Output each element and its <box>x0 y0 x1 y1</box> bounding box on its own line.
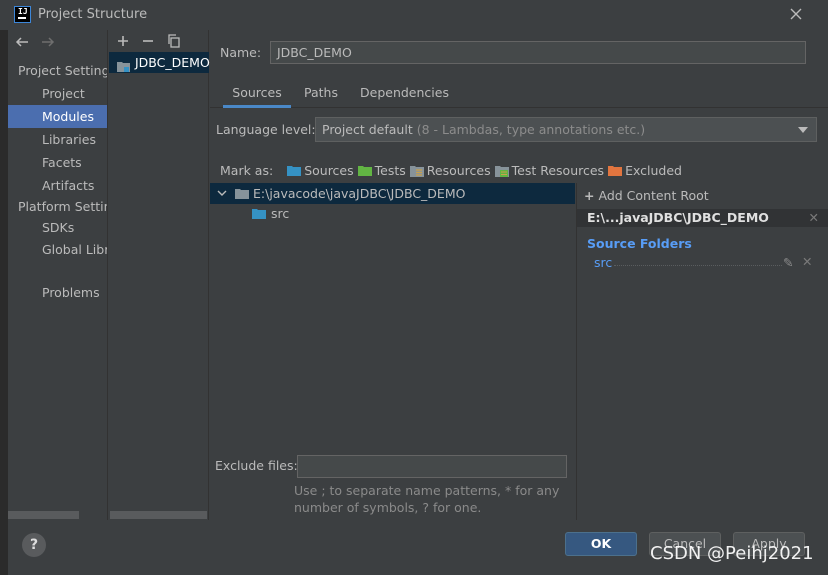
help-button[interactable]: ? <box>22 533 46 557</box>
tab-paths[interactable]: Paths <box>304 80 338 108</box>
modules-scrollbar[interactable] <box>110 511 207 519</box>
sources-folder-icon <box>252 209 266 219</box>
module-settings: Name: JDBC_DEMO Sources Paths Dependenci… <box>210 30 828 520</box>
mark-test-resources-button[interactable]: Test Resources <box>494 163 605 178</box>
copy-icon[interactable] <box>166 33 182 49</box>
mark-resources-label: Resources <box>426 163 491 178</box>
mark-as-bar: Mark as: Sources Tests Resources Test Re… <box>220 163 686 178</box>
module-item-label: JDBC_DEMO <box>135 55 210 70</box>
name-label: Name: <box>220 45 262 60</box>
mark-test-resources-label: Test Resources <box>511 163 605 178</box>
nav-scrollbar[interactable] <box>8 511 79 519</box>
exclude-files-help: Use ; to separate name patterns, * for a… <box>294 482 564 516</box>
remove-icon[interactable] <box>140 33 156 49</box>
nav-item-modules[interactable]: Modules <box>8 105 107 128</box>
add-icon: + <box>584 188 595 203</box>
chevron-down-icon <box>798 127 808 133</box>
nav-item-sdks[interactable]: SDKs <box>8 217 107 239</box>
test-resources-folder-icon <box>494 165 509 177</box>
exclude-help-line-2: number of symbols, ? for one. <box>294 500 482 515</box>
mark-sources-label: Sources <box>304 163 354 178</box>
module-folder-icon <box>117 57 130 72</box>
nav-item-problems[interactable]: Problems <box>8 281 107 304</box>
sources-folder-icon <box>287 166 302 176</box>
watermark: CSDN @Peihj2021 <box>650 543 814 564</box>
language-level-select[interactable]: Project default (8 - Lambdas, type annot… <box>315 117 817 142</box>
remove-folder-close-icon[interactable]: ✕ <box>802 254 812 269</box>
ok-button[interactable]: OK <box>565 532 637 556</box>
edit-pencil-icon[interactable]: ✎ <box>783 255 793 270</box>
left-edge-strip <box>0 0 8 575</box>
nav-item-libraries[interactable]: Libraries <box>8 128 107 151</box>
folder-icon <box>235 189 249 199</box>
forward-arrow-icon[interactable] <box>40 34 56 50</box>
source-folder-label[interactable]: src <box>594 255 612 270</box>
module-tabs: Sources Paths Dependencies <box>210 80 828 108</box>
nav-item-project[interactable]: Project <box>8 82 107 105</box>
mark-sources-button[interactable]: Sources <box>287 163 354 178</box>
project-structure-dialog: IJ Project Structure Project Settings Pr… <box>0 0 828 575</box>
tests-folder-icon <box>357 166 372 176</box>
mark-as-label: Mark as: <box>220 163 274 178</box>
nav-item-global-libraries[interactable]: Global Libraries <box>8 239 107 261</box>
nav-item-facets[interactable]: Facets <box>8 151 107 174</box>
remove-root-close-icon[interactable]: ✕ <box>809 209 819 227</box>
mark-tests-button[interactable]: Tests <box>357 163 406 178</box>
window-title: Project Structure <box>38 7 148 22</box>
tree-row-root[interactable]: E:\javacode\javaJDBC\JDBC_DEMO <box>210 183 575 204</box>
add-content-root-button[interactable]: + Add Content Root <box>584 188 709 203</box>
close-icon[interactable] <box>786 4 806 24</box>
source-folder-row: src ✎ ✕ <box>594 254 824 271</box>
nav-toolbar <box>8 30 107 54</box>
exclude-files-field[interactable] <box>297 455 567 478</box>
language-level-label: Language level: <box>216 122 316 137</box>
section-project-settings: Project Settings <box>18 63 108 78</box>
excluded-folder-icon <box>608 166 623 176</box>
app-icon-text: IJ <box>18 7 28 16</box>
back-arrow-icon[interactable] <box>14 34 30 50</box>
title-bar: IJ Project Structure <box>0 0 828 30</box>
exclude-help-line-1: Use ; to separate name patterns, * for a… <box>294 483 560 498</box>
content-root-panel: + Add Content Root E:\...javaJDBC\JDBC_DE… <box>576 183 828 520</box>
resources-folder-icon <box>409 165 424 177</box>
language-level-value: Project default <box>322 122 413 137</box>
add-content-root-label: Add Content Root <box>598 188 709 203</box>
tab-dependencies[interactable]: Dependencies <box>360 80 449 108</box>
content-root-tree: E:\javacode\javaJDBC\JDBC_DEMO src <box>210 183 575 455</box>
intellij-logo-icon: IJ <box>14 6 31 23</box>
mark-resources-button[interactable]: Resources <box>409 163 491 178</box>
tree-src-label: src <box>271 206 290 221</box>
section-platform-settings: Platform Settings <box>18 199 107 214</box>
leader-dots <box>614 265 782 266</box>
mark-tests-label: Tests <box>374 163 406 178</box>
content-root-header: E:\...javaJDBC\JDBC_DEMO ✕ <box>577 209 828 227</box>
tab-sources[interactable]: Sources <box>223 80 291 108</box>
chevron-down-icon <box>217 190 227 196</box>
mark-excluded-button[interactable]: Excluded <box>608 163 682 178</box>
module-item-jdbc-demo[interactable]: JDBC_DEMO <box>109 52 210 73</box>
tree-root-label: E:\javacode\javaJDBC\JDBC_DEMO <box>253 186 466 201</box>
mark-excluded-label: Excluded <box>625 163 682 178</box>
nav-item-artifacts[interactable]: Artifacts <box>8 174 107 197</box>
content-root-path: E:\...javaJDBC\JDBC_DEMO <box>587 210 769 225</box>
exclude-files-label: Exclude files: <box>215 458 298 473</box>
module-name-field[interactable]: JDBC_DEMO <box>270 41 806 64</box>
settings-nav: Project Settings Project Modules Librari… <box>8 30 108 520</box>
source-folders-title: Source Folders <box>587 236 692 251</box>
modules-list-panel: JDBC_DEMO <box>109 30 210 520</box>
language-level-hint: (8 - Lambdas, type annotations etc.) <box>416 122 646 137</box>
add-icon[interactable] <box>115 33 131 49</box>
modules-toolbar <box>109 30 208 52</box>
